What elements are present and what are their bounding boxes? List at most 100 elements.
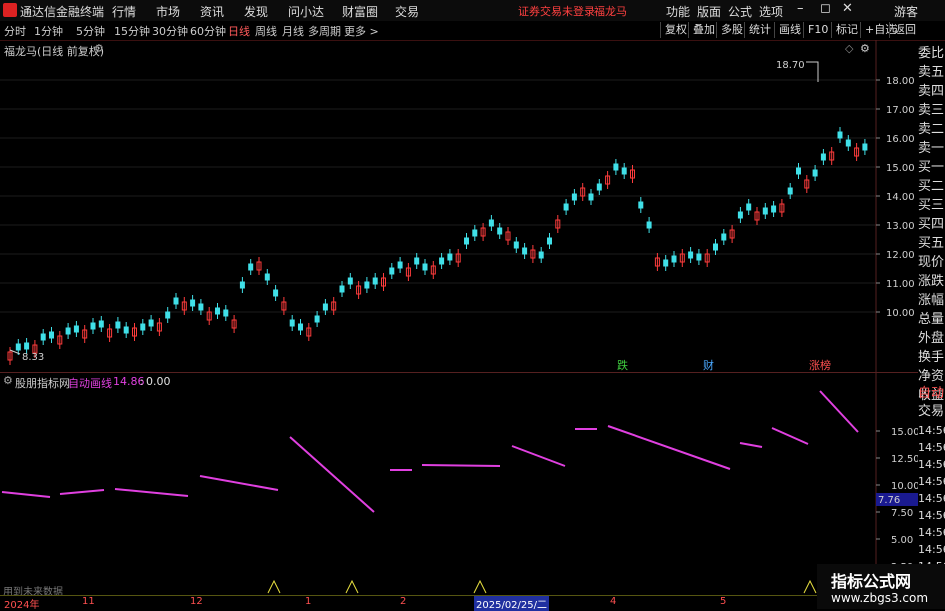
indicator-chart[interactable]: 15.0012.5010.007.505.002.50 7.76: [0, 373, 918, 595]
price-tick-label: 14.00: [886, 192, 915, 203]
minimize-icon[interactable]: –: [797, 1, 804, 16]
candle-body: [762, 207, 768, 215]
tab-5min[interactable]: 5分钟: [76, 23, 105, 39]
btn-duogu[interactable]: 多股: [716, 22, 747, 38]
kline-chart[interactable]: 18.00 17.00 16.00 15.00 14.00 13.00 12.00 11.00…: [0, 40, 918, 373]
trade-time: 14:56: [918, 492, 945, 505]
high-price-label: 18.70: [776, 60, 805, 71]
btn-huaxian[interactable]: 画线: [774, 22, 805, 38]
side-item[interactable]: 现价: [918, 253, 945, 272]
date-label-1: 1: [305, 596, 312, 607]
tab-daily[interactable]: 日线: [228, 23, 250, 39]
trade-time: 14:56: [918, 458, 945, 471]
tab-fenshi[interactable]: 分时: [4, 23, 26, 39]
candle-body: [563, 203, 569, 211]
guest-label[interactable]: 游客: [894, 3, 918, 20]
btn-tongji[interactable]: 统计: [744, 22, 775, 38]
candle-body: [812, 169, 818, 177]
watermark-url: www.zbgs3.com: [831, 591, 929, 605]
candle-body: [464, 237, 469, 245]
menu-zixun[interactable]: 资讯: [200, 3, 224, 20]
candle-body: [422, 263, 428, 271]
candle-body: [488, 219, 494, 227]
signal-triangle-icon: [345, 579, 359, 594]
menu-gongshi[interactable]: 公式: [728, 3, 752, 20]
menu-hangqing[interactable]: 行情: [112, 3, 136, 20]
watermark-title: 指标公式网: [831, 572, 912, 591]
menu-shichang[interactable]: 市场: [156, 3, 180, 20]
side-item[interactable]: 买五: [918, 234, 945, 253]
menu-banmian[interactable]: 版面: [697, 3, 721, 20]
candle-body: [737, 211, 743, 219]
menu-jiaoyi[interactable]: 交易: [395, 3, 419, 20]
quote-side-panel: 委比 卖五 卖四 卖三 卖二 卖一 买一 买二 买三 买四 买五 现价 涨跌 涨幅 总量 外盘 换手 净资 收益: [918, 44, 945, 405]
candle-body: [696, 253, 702, 261]
date-label-4: 4: [610, 596, 617, 607]
restore-icon[interactable]: ◻: [820, 1, 831, 16]
price-tick-label: 17.00: [886, 105, 915, 116]
btn-fanhui[interactable]: 返回: [889, 22, 920, 38]
btn-f10[interactable]: F10: [803, 22, 832, 38]
side-item[interactable]: 买三: [918, 196, 945, 215]
side-item[interactable]: 委比: [918, 44, 945, 63]
indicator-tick-label: 5.00: [891, 535, 913, 546]
marker-zhangbang: 涨榜: [809, 358, 831, 372]
menu-xuanxiang[interactable]: 选项: [759, 3, 783, 20]
side-item[interactable]: 买一: [918, 158, 945, 177]
menu-caifuquan[interactable]: 财富圈: [342, 3, 378, 20]
price-tick-label: 10.00: [886, 308, 915, 319]
side-item[interactable]: 买二: [918, 177, 945, 196]
candle-body: [65, 327, 71, 335]
candle-body: [73, 325, 79, 333]
side-item[interactable]: 卖四: [918, 82, 945, 101]
candle-body: [663, 259, 669, 267]
tab-30min[interactable]: 30分钟: [152, 23, 188, 39]
close-icon[interactable]: ✕: [842, 1, 853, 16]
side-item[interactable]: 涨跌: [918, 272, 945, 291]
trade-time: 14:56: [918, 509, 945, 522]
candle-body: [40, 333, 46, 341]
indicator-tick-label: 12.50: [891, 454, 918, 465]
tab-60min[interactable]: 60分钟: [190, 23, 226, 39]
side-item[interactable]: 卖二: [918, 120, 945, 139]
candle-body: [439, 257, 445, 265]
menu-gongneng[interactable]: 功能: [666, 3, 690, 20]
side-item[interactable]: 买四: [918, 215, 945, 234]
side-item[interactable]: 总量: [918, 310, 945, 329]
tab-multi-period[interactable]: 多周期: [308, 23, 341, 39]
candle-body: [796, 167, 801, 175]
btn-fuquan[interactable]: 复权: [660, 22, 691, 38]
menu-wenxiaoda[interactable]: 问小达: [288, 3, 324, 20]
side-trade[interactable]: 交易: [918, 402, 945, 421]
candle-body: [596, 183, 602, 191]
btn-biaoji[interactable]: 标记: [831, 22, 862, 38]
side-item[interactable]: 换手: [918, 348, 945, 367]
side-item[interactable]: 卖三: [918, 101, 945, 120]
tab-more[interactable]: 更多 >: [344, 23, 379, 39]
side-item[interactable]: 涨幅: [918, 291, 945, 310]
candle-body: [264, 273, 270, 281]
side-item[interactable]: 卖一: [918, 139, 945, 158]
price-tick-label: 16.00: [886, 134, 915, 145]
candle-body: [339, 285, 345, 293]
side-auto[interactable]: 自动: [918, 384, 945, 403]
candle-body: [820, 153, 826, 161]
signal-triangle-icon: [473, 579, 487, 594]
candle-body: [522, 247, 528, 255]
side-item[interactable]: 卖五: [918, 63, 945, 82]
tab-weekly[interactable]: 周线: [255, 23, 277, 39]
trade-time: 14:56: [918, 441, 945, 454]
price-tick-label: 12.00: [886, 250, 915, 261]
candle-body: [646, 221, 652, 229]
candle-body: [688, 251, 694, 259]
auto-trend-line: [771, 427, 809, 445]
tab-15min[interactable]: 15分钟: [114, 23, 150, 39]
menu-faxian[interactable]: 发现: [244, 3, 268, 20]
indicator-tick-label: 15.00: [891, 427, 918, 438]
login-warning[interactable]: 证券交易未登录: [518, 3, 595, 19]
btn-diejia[interactable]: 叠加: [688, 22, 719, 38]
tab-monthly[interactable]: 月线: [282, 23, 304, 39]
price-tick-label: 13.00: [886, 221, 915, 232]
side-item[interactable]: 外盘: [918, 329, 945, 348]
tab-1min[interactable]: 1分钟: [34, 23, 63, 39]
